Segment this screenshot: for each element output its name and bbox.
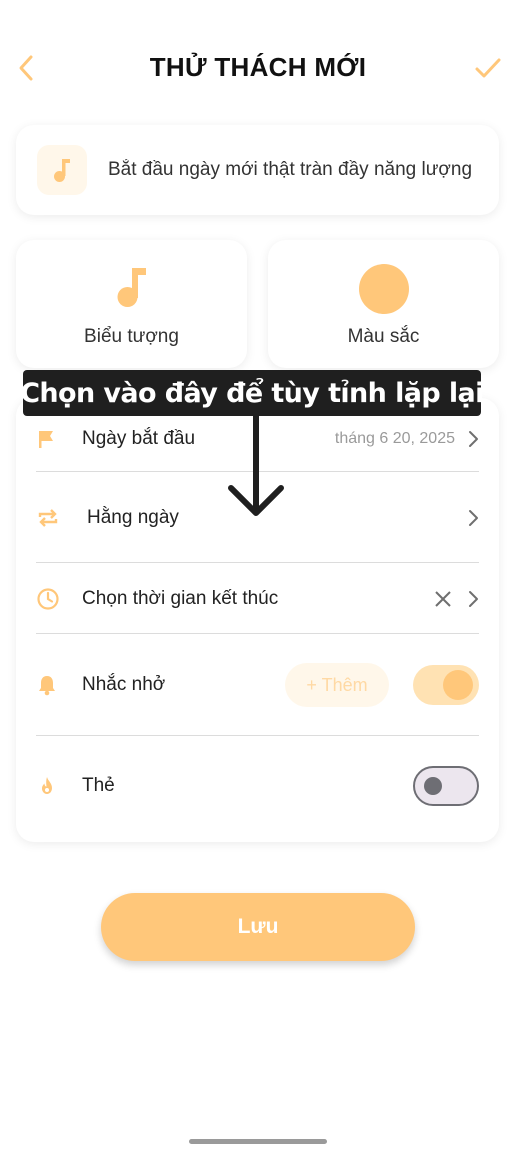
tag-label: Thẻ: [82, 775, 115, 796]
reminder-toggle[interactable]: [413, 665, 479, 705]
close-icon: [435, 591, 451, 607]
repeat-icon: [36, 506, 64, 530]
confirm-button[interactable]: [470, 50, 506, 86]
tutorial-tooltip: Chọn vào đây để tùy tỉnh lặp lại: [20, 370, 484, 416]
music-note-icon: [117, 268, 146, 307]
clock-icon: [36, 587, 64, 611]
repeat-label: Hằng ngày: [87, 507, 179, 528]
down-arrow-icon: [228, 414, 284, 516]
check-icon: [475, 58, 501, 78]
tag-toggle[interactable]: [413, 766, 479, 806]
challenge-name-field[interactable]: Bắt đầu ngày mới thật tràn đầy năng lượn…: [16, 125, 499, 215]
divider: [36, 735, 479, 736]
chevron-right-icon: [467, 430, 479, 448]
clear-end-time-button[interactable]: [433, 589, 453, 609]
reminder-label: Nhắc nhở: [82, 674, 166, 695]
chevron-right-icon: [467, 509, 479, 527]
challenge-icon-preview: [37, 145, 87, 195]
divider: [36, 633, 479, 634]
start-date-label: Ngày bắt đầu: [82, 428, 196, 449]
color-picker-card[interactable]: Màu sắc: [268, 240, 499, 368]
add-reminder-button[interactable]: + Thêm: [285, 663, 389, 707]
flag-icon: [36, 429, 64, 449]
reminder-row: Nhắc nhở + Thêm: [36, 662, 479, 708]
chevron-right-icon: [467, 590, 479, 608]
flame-icon: [36, 775, 64, 797]
end-time-label: Chọn thời gian kết thúc: [82, 588, 279, 609]
challenge-name-text: Bắt đầu ngày mới thật tràn đầy năng lượn…: [108, 159, 473, 180]
save-button[interactable]: Lưu: [101, 893, 415, 961]
start-date-value: tháng 6 20, 2025: [334, 430, 455, 447]
page-title: THỬ THÁCH MỚI: [149, 52, 367, 82]
toggle-knob: [443, 670, 473, 700]
toggle-knob: [424, 777, 442, 795]
color-swatch: [358, 264, 409, 314]
home-indicator: [189, 1139, 327, 1144]
icon-picker-card[interactable]: Biểu tượng: [16, 240, 247, 368]
music-note-icon: [54, 159, 70, 182]
tag-row: Thẻ: [36, 765, 479, 807]
icon-picker-label: Biểu tượng: [84, 326, 179, 347]
divider: [36, 562, 479, 563]
bell-icon: [36, 674, 64, 696]
new-challenge-screen: THỬ THÁCH MỚI Bắt đầu ngày mới thật tràn…: [0, 0, 516, 1150]
color-picker-label: Màu sắc: [347, 326, 420, 347]
end-time-row[interactable]: Chọn thời gian kết thúc: [36, 580, 479, 618]
